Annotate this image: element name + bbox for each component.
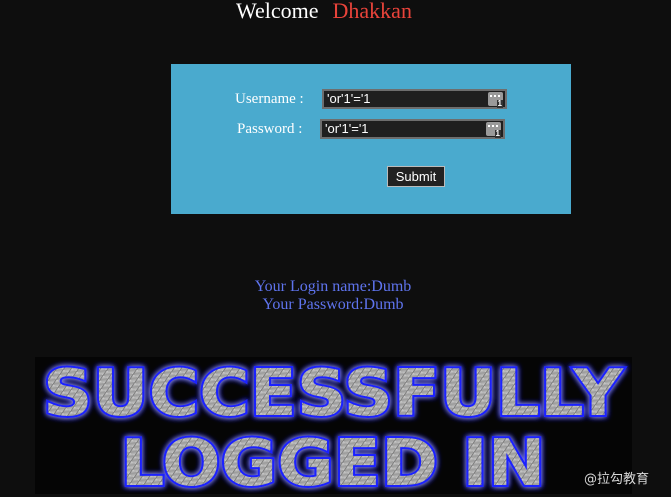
login-form: Username : 'or'1'='1 Password : 'or'1'='… [171,64,571,214]
password-label: Password : [237,121,303,137]
success-banner: SUCCESSFULLY LOGGED IN [35,357,632,494]
login-result: Your Login name:Dumb Your Password:Dumb [171,278,495,314]
username-label: Username : [235,91,304,107]
welcome-text: Welcome [236,0,319,23]
submit-button[interactable]: Submit [387,166,445,187]
password-manager-icon[interactable] [488,92,503,108]
success-banner-graphic: SUCCESSFULLY LOGGED IN [41,357,626,494]
page: Welcome Dhakkan Username : 'or'1'='1 Pass… [0,0,671,497]
username-value: 'or'1'='1 [327,91,371,106]
welcome-heading: Welcome Dhakkan [236,0,412,24]
password-text: Your Password:Dumb [262,296,404,313]
banner-line2: LOGGED IN [121,427,546,494]
username-input[interactable]: 'or'1'='1 [322,89,507,109]
login-name-text: Your Login name:Dumb [254,278,412,295]
password-value: 'or'1'='1 [325,121,369,136]
password-manager-icon[interactable] [486,122,501,138]
password-input[interactable]: 'or'1'='1 [320,119,505,139]
user-name: Dhakkan [332,0,412,23]
banner-line1: SUCCESSFULLY [43,357,624,431]
watermark: @拉勾教育 [583,472,649,487]
